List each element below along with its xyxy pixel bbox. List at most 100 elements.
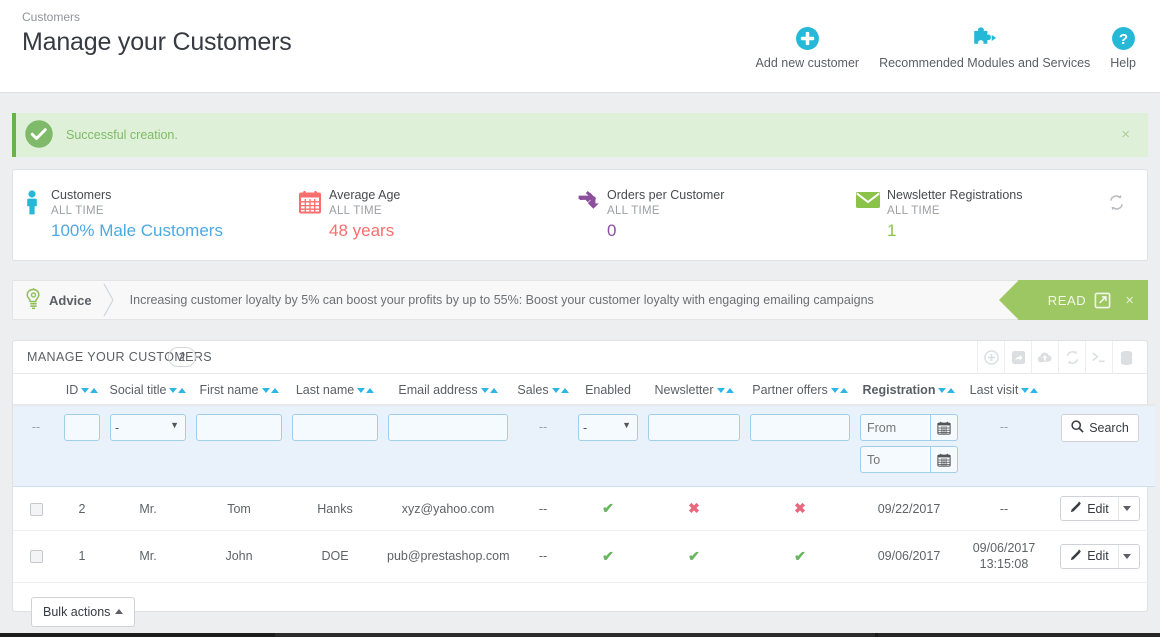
- col-id[interactable]: ID: [59, 374, 105, 406]
- table-row[interactable]: 1 Mr. John DOE pub@prestashop.com -- ✔ ✔…: [13, 530, 1155, 583]
- filter-newsletter-input[interactable]: [648, 414, 740, 441]
- col-checkbox: [13, 374, 59, 406]
- add-new-customer-button[interactable]: Add new customer: [746, 24, 870, 70]
- col-newsletter[interactable]: Newsletter: [643, 374, 745, 406]
- row-partner-offers[interactable]: ✖: [745, 486, 855, 531]
- row-enabled[interactable]: ✔: [573, 486, 643, 531]
- check-icon: ✔: [794, 547, 806, 564]
- row-newsletter[interactable]: ✔: [643, 530, 745, 583]
- sort-desc-icon[interactable]: [716, 388, 725, 393]
- sort-asc-icon[interactable]: [1030, 388, 1039, 393]
- edit-button-label-group: Edit: [1061, 549, 1118, 564]
- filter-sales-cell: --: [513, 405, 573, 487]
- row-partner-offers[interactable]: ✔: [745, 530, 855, 583]
- col-first-name[interactable]: First name: [191, 374, 287, 406]
- sort-desc-icon[interactable]: [81, 388, 90, 393]
- sort-arrows[interactable]: [551, 382, 569, 396]
- row-enabled[interactable]: ✔: [573, 530, 643, 583]
- kpi-orders-per-customer[interactable]: Orders per Customer ALL TIME 0: [569, 170, 849, 241]
- close-icon[interactable]: ×: [1115, 126, 1136, 143]
- puzzle-piece-icon: [971, 24, 998, 52]
- sort-arrows[interactable]: [81, 382, 99, 396]
- row-checkbox[interactable]: [29, 550, 43, 564]
- recommended-modules-button[interactable]: Recommended Modules and Services: [869, 24, 1100, 70]
- sort-desc-icon[interactable]: [1021, 388, 1030, 393]
- filter-email-input[interactable]: [388, 414, 508, 441]
- col-last-name[interactable]: Last name: [287, 374, 383, 406]
- sort-asc-icon[interactable]: [947, 388, 956, 393]
- taskbar-segment: [275, 633, 875, 637]
- calendar-icon[interactable]: [930, 446, 958, 473]
- sort-asc-icon[interactable]: [560, 388, 569, 393]
- row-actions-cell: Edit: [1045, 530, 1155, 583]
- kpi-average-age[interactable]: Average Age ALL TIME 48 years: [291, 170, 569, 241]
- filter-enabled-select[interactable]: [578, 414, 638, 441]
- col-last-visit[interactable]: Last visit: [963, 374, 1045, 406]
- row-checkbox[interactable]: [29, 502, 43, 516]
- filter-search-cell: Search: [1045, 405, 1155, 487]
- search-button[interactable]: Search: [1061, 414, 1139, 442]
- sort-asc-icon[interactable]: [178, 388, 187, 393]
- sort-desc-icon[interactable]: [938, 388, 947, 393]
- sort-asc-icon[interactable]: [839, 388, 848, 393]
- table-row[interactable]: 2 Mr. Tom Hanks xyz@yahoo.com -- ✔ ✖ ✖ 0…: [13, 486, 1155, 531]
- sort-desc-icon[interactable]: [261, 388, 270, 393]
- sort-desc-icon[interactable]: [169, 388, 178, 393]
- advice-text: Increasing customer loyalty by 5% can bo…: [129, 293, 874, 307]
- sort-arrows[interactable]: [716, 382, 734, 396]
- filter-enabled-cell: [573, 405, 643, 487]
- sort-asc-icon[interactable]: [90, 388, 99, 393]
- edit-button[interactable]: Edit: [1060, 496, 1140, 521]
- import-icon[interactable]: [1031, 341, 1058, 374]
- col-partner-offers[interactable]: Partner offers: [745, 374, 855, 406]
- sort-desc-icon[interactable]: [551, 388, 560, 393]
- filter-registration-to-input[interactable]: [860, 446, 930, 473]
- calendar-icon[interactable]: [930, 414, 958, 441]
- sort-arrows[interactable]: [169, 382, 187, 396]
- add-new-icon[interactable]: [977, 341, 1004, 374]
- col-sales[interactable]: Sales: [513, 374, 573, 406]
- filter-first-name-input[interactable]: [196, 414, 282, 441]
- advice-read-button[interactable]: READ ×: [998, 280, 1148, 320]
- sort-arrows[interactable]: [261, 382, 279, 396]
- advice-close-icon[interactable]: ×: [1125, 292, 1134, 309]
- col-registration[interactable]: Registration: [855, 374, 963, 406]
- sort-desc-icon[interactable]: [357, 388, 366, 393]
- kpi-value: 100% Male Customers: [51, 221, 223, 240]
- sort-arrows[interactable]: [357, 382, 375, 396]
- edit-button[interactable]: Edit: [1060, 543, 1140, 569]
- sort-asc-icon[interactable]: [725, 388, 734, 393]
- edit-dropdown-toggle[interactable]: [1117, 544, 1139, 568]
- row-last-visit: --: [963, 486, 1045, 531]
- database-icon[interactable]: [1112, 341, 1139, 374]
- sort-desc-icon[interactable]: [830, 388, 839, 393]
- sort-arrows[interactable]: [830, 382, 848, 396]
- refresh-icon[interactable]: [1058, 341, 1085, 374]
- filter-id-input[interactable]: [64, 414, 100, 441]
- sort-desc-icon[interactable]: [480, 388, 489, 393]
- sort-arrows[interactable]: [1021, 382, 1039, 396]
- export-icon[interactable]: [1004, 341, 1031, 374]
- col-social-title[interactable]: Social title: [105, 374, 191, 406]
- edit-dropdown-toggle[interactable]: [1117, 497, 1139, 520]
- sort-asc-icon[interactable]: [489, 388, 498, 393]
- panel-toolbar: [977, 341, 1139, 374]
- filter-last-name-input[interactable]: [292, 414, 378, 441]
- sort-arrows[interactable]: [938, 382, 956, 396]
- col-email-address[interactable]: Email address: [383, 374, 513, 406]
- filter-partner-offers-input[interactable]: [750, 414, 850, 441]
- bulk-actions-button[interactable]: Bulk actions: [31, 596, 136, 627]
- success-alert: Successful creation. ×: [12, 113, 1148, 157]
- filter-social-title-select[interactable]: [110, 414, 186, 441]
- sort-arrows[interactable]: [480, 382, 498, 396]
- external-link-icon: [1094, 292, 1111, 309]
- kpi-customers[interactable]: Customers ALL TIME 100% Male Customers: [13, 170, 291, 241]
- help-button[interactable]: ? Help: [1100, 24, 1146, 70]
- sort-asc-icon[interactable]: [366, 388, 375, 393]
- sort-asc-icon[interactable]: [270, 388, 279, 393]
- row-newsletter[interactable]: ✖: [643, 486, 745, 531]
- filter-registration-from-input[interactable]: [860, 414, 930, 441]
- kpi-newsletter-registrations[interactable]: Newsletter Registrations ALL TIME 1: [849, 170, 1129, 241]
- terminal-icon[interactable]: [1085, 341, 1112, 374]
- refresh-icon[interactable]: [1108, 194, 1125, 214]
